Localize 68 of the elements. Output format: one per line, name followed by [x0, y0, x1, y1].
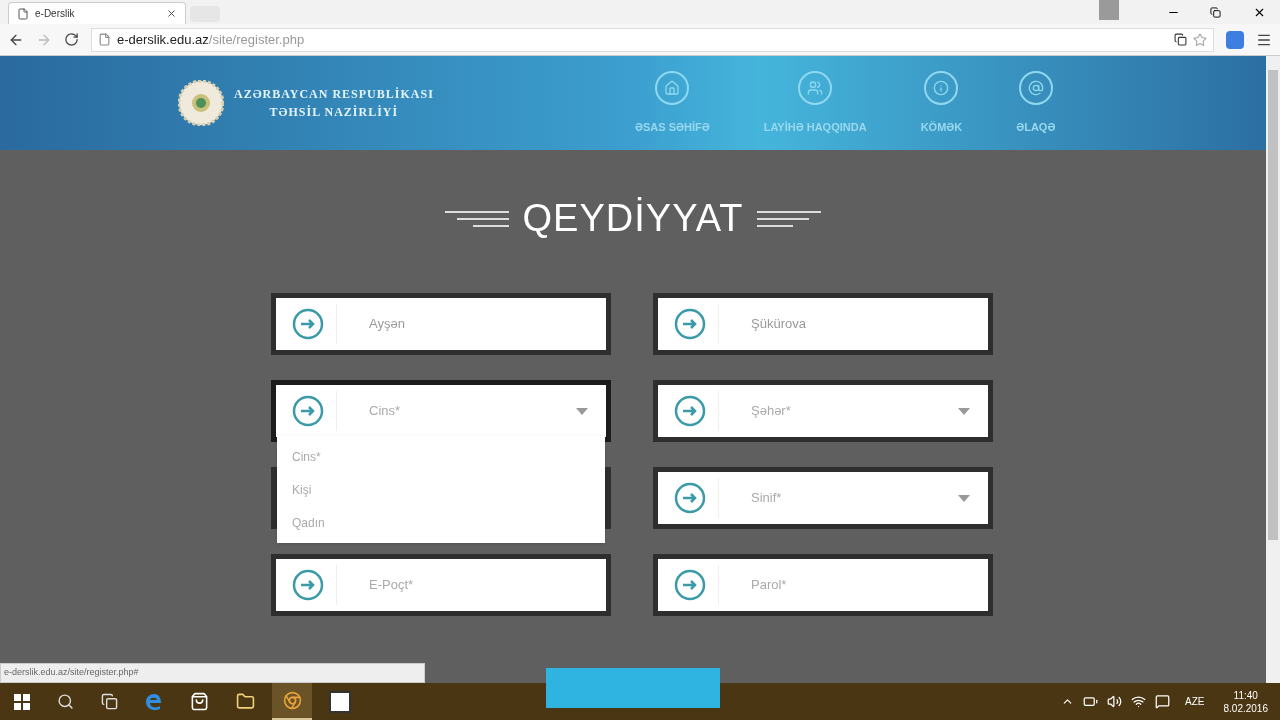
arrow-circle-icon — [292, 569, 324, 601]
address-bar[interactable]: e-derslik.edu.az/site/register.php — [91, 27, 1214, 52]
network-icon[interactable] — [1131, 694, 1147, 709]
clock-date: 8.02.2016 — [1223, 701, 1268, 715]
ministry-name: TƏHSİL NAZİRLİYİ — [269, 104, 399, 121]
battery-icon[interactable] — [1083, 694, 1099, 709]
scrollbar[interactable] — [1266, 56, 1280, 683]
field-placeholder: E-Poçt* — [369, 576, 415, 595]
input-field[interactable]: E-Poçt* — [271, 554, 611, 616]
input-field[interactable]: Parol* — [653, 554, 993, 616]
page-icon — [17, 7, 29, 20]
at-sign-icon — [1018, 70, 1053, 105]
input-field[interactable]: Ayşən — [271, 293, 611, 355]
nav-link[interactable]: ƏLAQƏ — [989, 70, 1083, 136]
dropdown-option[interactable]: Kişi — [277, 473, 605, 506]
store-icon[interactable] — [190, 692, 209, 711]
select-field[interactable]: Cins* — [271, 380, 611, 442]
volume-icon[interactable] — [1107, 694, 1123, 709]
nav-link[interactable]: LAYİHƏ HAQQINDA — [736, 70, 894, 136]
input-field[interactable]: Şükürova — [653, 293, 993, 355]
task-view-icon[interactable] — [101, 693, 118, 710]
dropdown-option[interactable]: Qadın — [277, 506, 605, 539]
folder-icon[interactable] — [236, 692, 255, 711]
field-placeholder: Cins* — [369, 402, 402, 421]
status-bubble: e-derslik.edu.az/site/register.php# — [0, 663, 425, 683]
url-text: e-derslik.edu.az/site/register.php — [117, 30, 305, 49]
browser-logo-icon — [282, 691, 302, 710]
arrow-circle-icon — [292, 308, 324, 340]
home-icon — [655, 70, 690, 105]
clock-time: 11:40 — [1233, 688, 1258, 702]
language-indicator[interactable]: AZE — [1185, 694, 1205, 709]
close-tab-icon[interactable] — [166, 8, 177, 19]
field-placeholder: Sinif* — [751, 489, 783, 508]
arrow-circle-icon — [674, 482, 706, 514]
nav-link[interactable]: ƏSAS SƏHİFƏ — [608, 70, 737, 136]
dropdown-caret-icon — [576, 407, 588, 415]
nav-link[interactable]: KÖMƏK — [893, 70, 990, 136]
emblem-icon — [178, 80, 224, 126]
page-title: QEYDİYYAT — [522, 196, 744, 241]
info-icon — [924, 70, 959, 105]
field-placeholder: Parol* — [751, 576, 788, 595]
arrow-circle-icon — [674, 395, 706, 427]
ministry-name: AZƏRBAYCAN RESPUBLİKASI — [234, 86, 434, 103]
arrow-circle-icon — [292, 395, 324, 427]
arrow-circle-icon — [674, 569, 706, 601]
app-taskbar-icon[interactable] — [329, 690, 351, 713]
field-value: Ayşən — [369, 315, 406, 334]
dropdown-caret-icon — [958, 494, 970, 502]
reload-icon[interactable] — [64, 32, 79, 47]
select-field[interactable]: Sinif* — [653, 467, 993, 529]
windows-start-icon[interactable] — [14, 693, 30, 710]
chrome-taskbar-button[interactable] — [272, 683, 312, 720]
dropdown-caret-icon — [958, 407, 970, 415]
browser-tab[interactable]: e-Derslik — [8, 2, 186, 24]
browser-e-icon[interactable] — [145, 692, 163, 711]
select-field[interactable]: Şəhər* — [653, 380, 993, 442]
notification-icon[interactable] — [1155, 694, 1171, 709]
extension-icon[interactable] — [1226, 30, 1244, 49]
arrow-circle-icon — [674, 308, 706, 340]
field-placeholder: Şəhər* — [751, 402, 792, 421]
people-icon — [798, 70, 833, 105]
bookmark-star-icon[interactable] — [1193, 32, 1207, 47]
search-icon[interactable] — [57, 693, 74, 710]
restore-icon[interactable] — [1210, 6, 1221, 18]
dropdown-option[interactable]: Cins* — [277, 440, 605, 473]
tab-title: e-Derslik — [35, 7, 76, 21]
page-icon — [98, 33, 111, 46]
field-value: Şükürova — [751, 315, 807, 334]
